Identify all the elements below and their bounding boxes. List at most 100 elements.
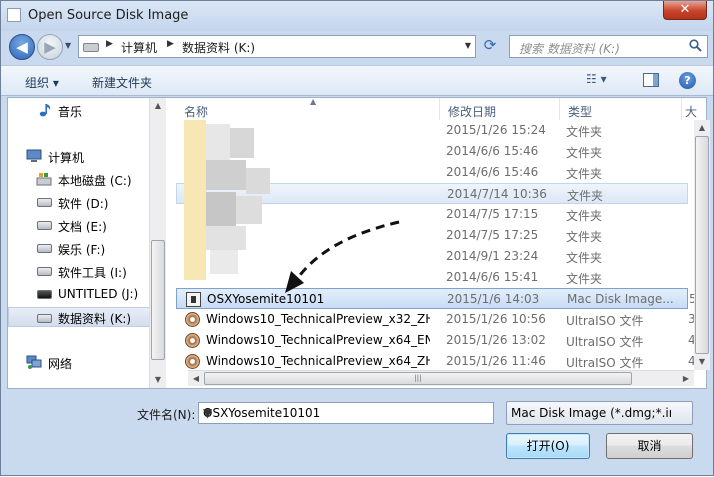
scroll-left-icon[interactable]: ◀ bbox=[188, 371, 204, 387]
open-button[interactable]: 打开(O) bbox=[506, 433, 590, 459]
row-type: Mac Disk Image... bbox=[567, 292, 674, 306]
window-icon bbox=[7, 8, 21, 22]
sidebar-item-label: 软件 (D:) bbox=[58, 197, 109, 211]
forward-button[interactable]: ▶ bbox=[37, 34, 63, 60]
obscured-folder-names bbox=[180, 120, 270, 280]
computer-icon bbox=[26, 149, 42, 162]
refresh-icon[interactable]: ⟳ bbox=[480, 36, 500, 57]
column-header-date[interactable]: 修改日期 bbox=[440, 98, 560, 120]
file-type-value: Mac Disk Image (*.dmg;*.im bbox=[511, 406, 671, 420]
file-list-vertical-scrollbar[interactable]: ▲ ▼ bbox=[694, 120, 710, 370]
sidebar-item-computer[interactable]: 计算机 bbox=[8, 146, 150, 166]
sidebar-item-drive-c[interactable]: 本地磁盘 (C:) bbox=[8, 169, 150, 189]
change-view-button[interactable]: ☷ ▾ bbox=[586, 72, 626, 90]
row-type: 文件夹 bbox=[566, 146, 603, 160]
table-row[interactable]: Windows10_TechnicalPreview_x32_ZH... 201… bbox=[176, 309, 696, 330]
drive-icon bbox=[37, 221, 52, 230]
window-title: Open Source Disk Image bbox=[28, 8, 189, 23]
scroll-right-icon[interactable]: ▶ bbox=[678, 371, 694, 387]
row-date: 2015/1/26 10:56 bbox=[446, 312, 546, 326]
open-disk-image-dialog: Open Source Disk Image ✕ ◀ ▶ ▼ ▶ 计算机 ▶ 数… bbox=[0, 0, 714, 476]
scroll-down-icon[interactable]: ▼ bbox=[694, 354, 710, 370]
row-type: 文件夹 bbox=[566, 251, 603, 265]
back-button[interactable]: ◀ bbox=[9, 34, 35, 60]
sidebar-item-network[interactable]: 网络 bbox=[8, 352, 150, 372]
preview-pane-icon[interactable] bbox=[643, 73, 659, 87]
column-header-name[interactable]: 名称 ▲ bbox=[176, 97, 440, 120]
drive-icon bbox=[37, 198, 52, 207]
breadcrumb-arrow-icon[interactable]: ▶ bbox=[167, 39, 174, 49]
breadcrumb-computer[interactable]: 计算机 bbox=[121, 39, 157, 56]
row-type: 文件夹 bbox=[566, 230, 603, 244]
search-icon[interactable] bbox=[689, 39, 702, 52]
row-type: UltraISO 文件 bbox=[566, 356, 644, 370]
row-date: 2014/7/14 10:36 bbox=[447, 187, 547, 201]
dmg-icon bbox=[186, 292, 201, 307]
row-type: 文件夹 bbox=[566, 209, 603, 223]
row-type: 文件夹 bbox=[566, 167, 603, 181]
browser-body: 音乐 计算机 本地磁盘 (C:) 软件 (D:) 文档 (E:) 娱乐 (F:)… bbox=[7, 97, 710, 389]
address-bar[interactable]: ▶ 计算机 ▶ 数据资料 (K:) ▼ bbox=[78, 35, 476, 58]
sidebar-item-drive-j[interactable]: UNTITLED (J:) bbox=[8, 284, 150, 304]
search-placeholder: 搜索 数据资料 (K:) bbox=[519, 42, 620, 56]
file-list-scroll-thumb[interactable] bbox=[695, 136, 709, 354]
sidebar-item-drive-d[interactable]: 软件 (D:) bbox=[8, 192, 150, 212]
table-row[interactable]: OSXYosemite10101 2015/1/6 14:03 Mac Disk… bbox=[176, 288, 697, 309]
sidebar-item-drive-e[interactable]: 文档 (E:) bbox=[8, 215, 150, 235]
title-bar[interactable]: Open Source Disk Image ✕ bbox=[1, 1, 713, 31]
sidebar-item-drive-i[interactable]: 软件工具 (I:) bbox=[8, 261, 150, 281]
sidebar-item-label: 音乐 bbox=[58, 105, 83, 119]
filename-field[interactable]: OSXYosemite10101 ▼ bbox=[198, 402, 494, 424]
sort-ascending-icon: ▲ bbox=[310, 97, 317, 106]
filename-label: 文件名(N): bbox=[137, 408, 196, 422]
row-name: Windows10_TechnicalPreview_x64_ZH... bbox=[206, 354, 430, 368]
row-date: 2014/7/5 17:15 bbox=[446, 207, 539, 221]
drive-icon bbox=[37, 244, 52, 253]
row-date: 2014/9/1 23:24 bbox=[446, 249, 539, 263]
breadcrumb-arrow-icon[interactable]: ▶ bbox=[106, 39, 113, 49]
search-input[interactable]: 搜索 数据资料 (K:) bbox=[509, 35, 708, 58]
table-row[interactable]: Windows10_TechnicalPreview_x64_ZH... 201… bbox=[176, 351, 696, 372]
system-drive-icon bbox=[36, 173, 52, 186]
column-header-label: 修改日期 bbox=[448, 105, 497, 119]
horizontal-scroll-thumb[interactable]: ||| bbox=[204, 372, 632, 385]
table-row[interactable]: Windows10_TechnicalPreview_x64_EN... 201… bbox=[176, 330, 696, 351]
help-button[interactable]: ? bbox=[679, 72, 696, 89]
recent-locations-chevron-icon[interactable]: ▼ bbox=[65, 41, 75, 53]
sidebar-scroll-thumb[interactable] bbox=[151, 240, 165, 360]
scroll-down-icon[interactable]: ▼ bbox=[150, 372, 166, 388]
drive-icon bbox=[37, 314, 52, 323]
sidebar-item-drive-f[interactable]: 娱乐 (F:) bbox=[8, 238, 150, 258]
network-icon bbox=[26, 355, 42, 369]
sidebar-item-drive-k[interactable]: 数据资料 (K:) bbox=[8, 307, 150, 327]
close-button[interactable]: ✕ bbox=[663, 1, 707, 20]
file-type-select[interactable]: Mac Disk Image (*.dmg;*.im bbox=[506, 401, 693, 425]
sidebar-item-label: 文档 (E:) bbox=[58, 220, 107, 234]
file-list-horizontal-scrollbar[interactable]: ◀ ||| ▶ bbox=[188, 370, 694, 386]
row-date: 2015/1/26 11:46 bbox=[446, 354, 546, 368]
iso-icon bbox=[185, 333, 200, 348]
sidebar-scrollbar[interactable]: ▲ ▼ bbox=[149, 98, 166, 388]
column-header-type[interactable]: 类型 bbox=[560, 98, 682, 120]
row-type: UltraISO 文件 bbox=[566, 335, 644, 349]
organize-menu[interactable]: 组织 ▾ bbox=[25, 74, 59, 91]
sidebar-item-label: 本地磁盘 (C:) bbox=[58, 174, 132, 188]
column-header-size[interactable]: 大 bbox=[682, 98, 697, 120]
breadcrumb-drive-k[interactable]: 数据资料 (K:) bbox=[182, 39, 255, 56]
row-date: 2014/6/6 15:46 bbox=[446, 165, 539, 179]
new-folder-button[interactable]: 新建文件夹 bbox=[92, 74, 152, 91]
cancel-button[interactable]: 取消 bbox=[606, 433, 693, 459]
address-dropdown-icon[interactable]: ▼ bbox=[465, 41, 471, 50]
scroll-up-icon[interactable]: ▲ bbox=[694, 120, 710, 136]
iso-icon bbox=[185, 354, 200, 369]
row-name: Windows10_TechnicalPreview_x64_EN... bbox=[206, 333, 430, 347]
row-date: 2014/6/6 15:41 bbox=[446, 270, 539, 284]
filename-dropdown-icon[interactable]: ▼ bbox=[203, 406, 489, 420]
row-date: 2015/1/6 14:03 bbox=[447, 292, 540, 306]
column-header-label: 名称 bbox=[184, 105, 209, 119]
computer-drive-icon bbox=[83, 43, 99, 52]
removable-drive-icon bbox=[37, 290, 52, 299]
scroll-up-icon[interactable]: ▲ bbox=[150, 98, 166, 114]
navigation-pane: 音乐 计算机 本地磁盘 (C:) 软件 (D:) 文档 (E:) 娱乐 (F:)… bbox=[8, 98, 166, 388]
sidebar-item-music[interactable]: 音乐 bbox=[8, 100, 150, 120]
